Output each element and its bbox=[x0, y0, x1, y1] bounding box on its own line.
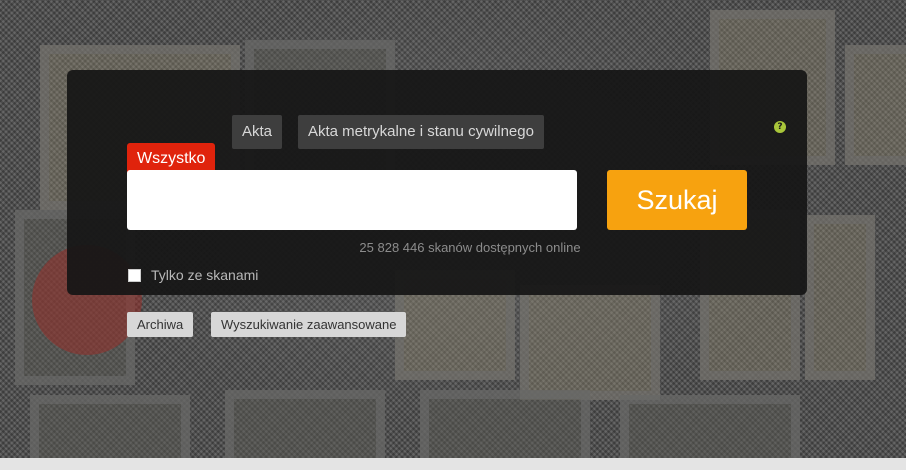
scans-only-filter: Tylko ze skanami bbox=[128, 267, 258, 283]
background-document bbox=[30, 395, 190, 458]
search-button[interactable]: Szukaj bbox=[607, 170, 747, 230]
background-document bbox=[845, 45, 906, 165]
background-document bbox=[620, 395, 800, 458]
help-icon[interactable]: ? bbox=[774, 121, 786, 133]
advanced-search-button[interactable]: Wyszukiwanie zaawansowane bbox=[211, 312, 407, 337]
footer-bar bbox=[0, 458, 906, 470]
background-document bbox=[520, 285, 660, 400]
scans-only-checkbox[interactable] bbox=[128, 268, 141, 282]
tab-akta-metrykalne[interactable]: Akta metrykalne i stanu cywilnego bbox=[298, 115, 544, 149]
scans-only-label: Tylko ze skanami bbox=[151, 267, 259, 283]
search-input[interactable] bbox=[127, 170, 577, 230]
scan-count-text: 25 828 446 skanów dostępnych online bbox=[359, 240, 581, 255]
background-document bbox=[225, 390, 385, 458]
background-document bbox=[805, 215, 875, 380]
tab-akta[interactable]: Akta bbox=[232, 115, 283, 149]
archives-button[interactable]: Archiwa bbox=[127, 312, 194, 337]
background-document bbox=[420, 390, 590, 458]
